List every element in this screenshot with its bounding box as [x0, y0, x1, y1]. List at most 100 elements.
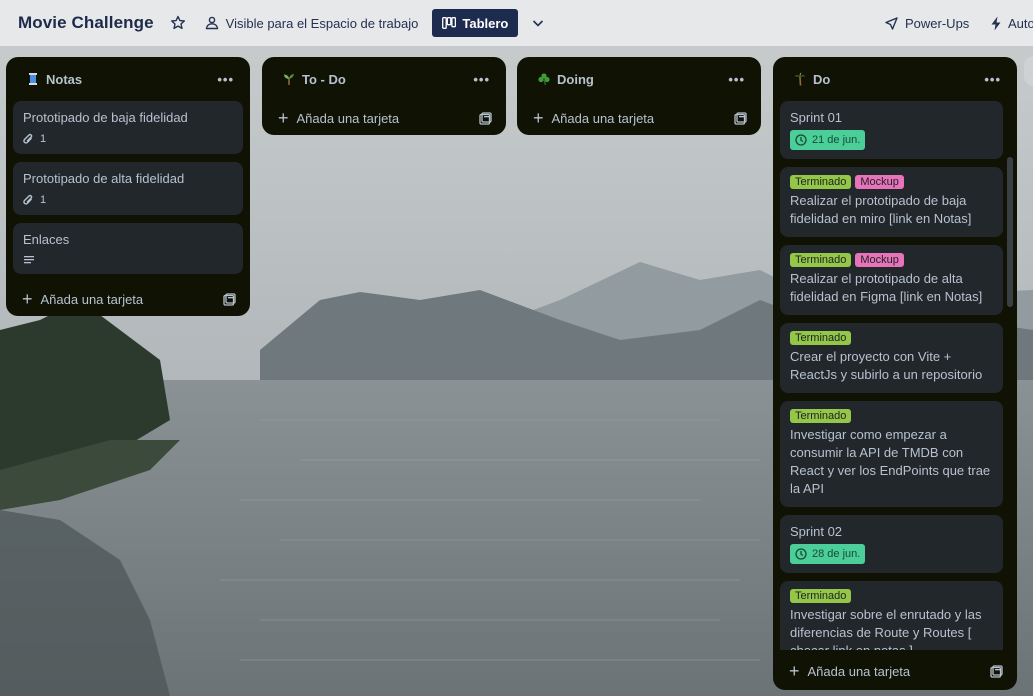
card-badges: 1	[23, 194, 233, 206]
card-list: Sprint 01 21 de jun. Terminado Mockup Re…	[773, 101, 1017, 650]
list-title[interactable]: To - Do	[282, 72, 346, 87]
chevron-down-icon	[533, 20, 544, 27]
list-title-text: Do	[813, 71, 831, 87]
label-mockup[interactable]: Mockup	[855, 253, 904, 267]
clock-icon	[795, 134, 807, 146]
list-menu-button[interactable]: •••	[473, 72, 490, 87]
board-title[interactable]: Movie Challenge	[18, 13, 154, 33]
label-terminado[interactable]: Terminado	[790, 589, 852, 603]
label-terminado[interactable]: Terminado	[790, 409, 852, 423]
plus-icon: +	[278, 108, 289, 128]
label-mockup[interactable]: Mockup	[855, 175, 904, 189]
add-card-label: Añada una tarjeta	[807, 663, 911, 679]
plus-icon: +	[22, 289, 33, 309]
list-header: Notas •••	[6, 57, 250, 101]
label-terminado[interactable]: Terminado	[790, 331, 852, 345]
card-title: Sprint 02	[790, 524, 843, 539]
card-title: Crear el proyecto con Vite + ReactJs y s…	[790, 349, 983, 382]
card[interactable]: Terminado Mockup Realizar el prototipado…	[780, 167, 1003, 237]
paperclip-icon	[23, 133, 33, 144]
attachment-badge: 1	[23, 133, 46, 145]
card-title: Sprint 01	[790, 110, 843, 125]
visibility-label: Visible para el Espacio de trabajo	[225, 15, 419, 31]
workspace-users-icon	[205, 16, 218, 30]
plus-icon: +	[789, 661, 800, 681]
card-title: Enlaces	[23, 232, 70, 247]
add-card-button[interactable]: + Añada una tarjeta	[262, 101, 506, 135]
card[interactable]: Prototipado de alta fidelidad 1	[13, 162, 243, 215]
list-notas: Notas ••• Prototipado de baja fidelidad …	[6, 57, 250, 316]
card-labels: Terminado Mockup	[790, 253, 993, 267]
list-to-do: To - Do ••• + Añada una tarjeta	[262, 57, 506, 135]
list-title[interactable]: Notas	[26, 72, 82, 87]
list-title-text: Doing	[557, 71, 594, 87]
board-icon	[442, 17, 457, 29]
card-title: Prototipado de baja fidelidad	[23, 110, 188, 125]
board-view-button[interactable]: Tablero	[432, 9, 519, 37]
card[interactable]: Sprint 02 28 de jun.	[780, 515, 1003, 573]
card[interactable]: Sprint 01 21 de jun.	[780, 101, 1003, 159]
clock-icon	[795, 548, 807, 560]
due-date-badge[interactable]: 28 de jun.	[790, 544, 866, 564]
card-labels: Terminado Mockup	[790, 175, 993, 189]
add-card-label: Añada una tarjeta	[296, 110, 400, 126]
template-icon[interactable]	[990, 664, 1003, 678]
card-labels: Terminado	[790, 331, 993, 345]
add-card-button[interactable]: + Añada una tarjeta	[517, 101, 761, 135]
list-doing: Doing ••• + Añada una tarjeta	[517, 57, 761, 135]
list-menu-button[interactable]: •••	[984, 72, 1001, 87]
template-icon[interactable]	[223, 292, 236, 306]
card[interactable]: Enlaces	[13, 223, 243, 274]
list-scrollbar[interactable]	[1007, 157, 1013, 307]
list-do: Do ••• Sprint 01 21 de jun. Terminado Mo…	[773, 57, 1017, 690]
card-title: Prototipado de alta fidelidad	[23, 171, 185, 186]
add-card-button[interactable]: + Añada una tarjeta	[773, 654, 1017, 688]
list-title[interactable]: Do	[793, 72, 830, 87]
card[interactable]: Terminado Investigar sobre el enrutado y…	[780, 581, 1003, 650]
automation-button[interactable]: Auto	[990, 16, 1033, 31]
card-title: Realizar el prototipado de alta fidelida…	[790, 271, 983, 304]
list-title-text: Notas	[46, 71, 83, 87]
list-header: To - Do •••	[262, 57, 506, 101]
card[interactable]: Prototipado de baja fidelidad 1	[13, 101, 243, 154]
card-title: Investigar como empezar a consumir la AP…	[790, 427, 991, 496]
list-title-text: To - Do	[302, 71, 346, 87]
add-card-label: Añada una tarjeta	[40, 291, 144, 307]
template-icon[interactable]	[734, 111, 747, 125]
label-terminado[interactable]: Terminado	[790, 175, 852, 189]
add-card-label: Añada una tarjeta	[551, 110, 655, 126]
lightning-icon	[991, 16, 1001, 30]
add-list-button[interactable]	[1024, 56, 1033, 86]
spool-icon	[29, 73, 37, 85]
star-button[interactable]	[168, 13, 188, 33]
visibility-button[interactable]: Visible para el Espacio de trabajo	[204, 15, 419, 31]
rocket-icon	[885, 16, 898, 30]
card-labels: Terminado	[790, 589, 993, 603]
template-icon[interactable]	[479, 111, 492, 125]
card-badges: 1	[23, 133, 233, 145]
card-title: Investigar sobre el enrutado y las difer…	[790, 607, 982, 650]
shamrock-icon	[538, 73, 550, 86]
list-title[interactable]: Doing	[537, 72, 594, 87]
automation-label: Auto	[1008, 15, 1033, 31]
card[interactable]: Terminado Investigar como empezar a cons…	[780, 401, 1003, 507]
paperclip-icon	[23, 194, 33, 205]
due-date-text: 21 de jun.	[812, 134, 861, 146]
card[interactable]: Terminado Crear el proyecto con Vite + R…	[780, 323, 1003, 393]
attachment-count: 1	[40, 194, 47, 206]
seedling-icon	[284, 74, 294, 85]
star-icon	[170, 15, 185, 30]
powerups-button[interactable]: Power-Ups	[884, 16, 969, 31]
add-card-button[interactable]: + Añada una tarjeta	[6, 282, 250, 316]
due-date-badge[interactable]: 21 de jun.	[790, 130, 866, 150]
card-title: Realizar el prototipado de baja fidelida…	[790, 193, 972, 226]
board-header: Movie Challenge Visible para el Espacio …	[0, 0, 1033, 46]
list-menu-button[interactable]: •••	[728, 72, 745, 87]
card[interactable]: Terminado Mockup Realizar el prototipado…	[780, 245, 1003, 315]
view-switcher-button[interactable]	[528, 16, 548, 30]
due-date-text: 28 de jun.	[812, 548, 861, 560]
label-terminado[interactable]: Terminado	[790, 253, 852, 267]
list-menu-button[interactable]: •••	[217, 72, 234, 87]
plus-icon: +	[533, 108, 544, 128]
description-icon	[24, 256, 34, 264]
